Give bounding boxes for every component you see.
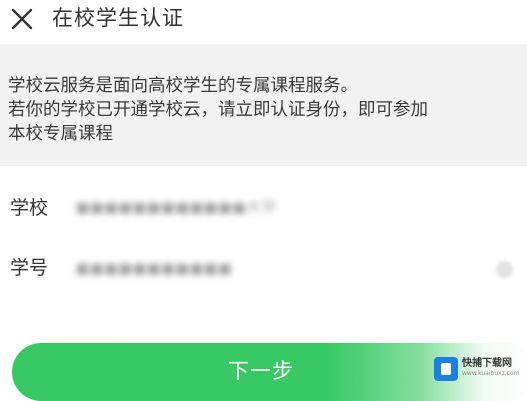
clear-icon[interactable] [496,261,513,278]
student-id-label: 学号 [10,257,49,279]
school-input[interactable]: ■■■■■■■■■■■■大学 [76,198,277,218]
info-line-2: 若你的学校已开通学校云，请立即认证身份，即可参加 [8,100,428,120]
watermark-logo-icon [434,357,458,381]
info-text: 学校云服务是面向高校学生的专属课程服务。 若你的学校已开通学校云，请立即认证身份… [8,74,523,146]
close-icon[interactable] [8,5,36,33]
info-panel: 学校云服务是面向高校学生的专属课程服务。 若你的学校已开通学校云，请立即认证身份… [0,44,527,166]
student-id-input[interactable]: ■■■■■■■■■■■ [76,259,233,279]
school-label: 学校 [10,197,49,219]
top-bar: 在校学生认证 [0,0,527,40]
next-button-label: 下一步 [228,359,294,383]
page-title: 在校学生认证 [52,6,184,30]
watermark-url: www.kuaibuxz.com [462,370,520,377]
watermark: 快捕下载网 www.kuaibuxz.com [434,357,526,381]
info-line-3: 本校专属课程 [8,124,113,144]
info-line-1: 学校云服务是面向高校学生的专属课程服务。 [8,76,358,96]
watermark-title: 快捕下载网 [462,358,512,369]
